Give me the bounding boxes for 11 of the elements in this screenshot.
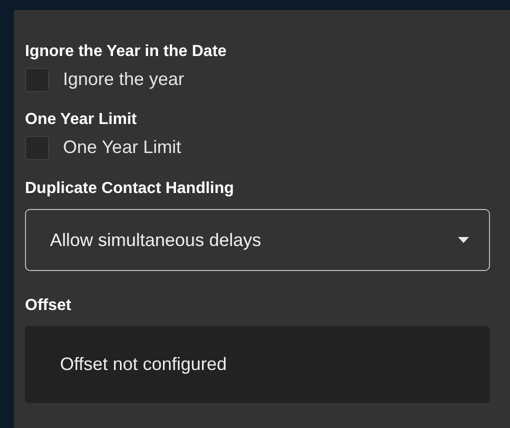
dropdown[interactable]: Allow simultaneous delays — [25, 209, 490, 271]
section-heading: One Year Limit — [25, 110, 138, 130]
checkbox-label: Ignore the year — [63, 68, 184, 91]
info-text: Offset not configured — [60, 353, 227, 376]
caret-icon — [458, 237, 469, 243]
section-heading: Duplicate Contact Handling — [25, 179, 235, 199]
checkbox[interactable] — [25, 68, 49, 92]
checkbox[interactable] — [25, 136, 49, 160]
section-heading: Offset — [25, 296, 72, 316]
checkbox-label: One Year Limit — [63, 136, 182, 159]
section-heading: Ignore the Year in the Date — [25, 42, 228, 62]
